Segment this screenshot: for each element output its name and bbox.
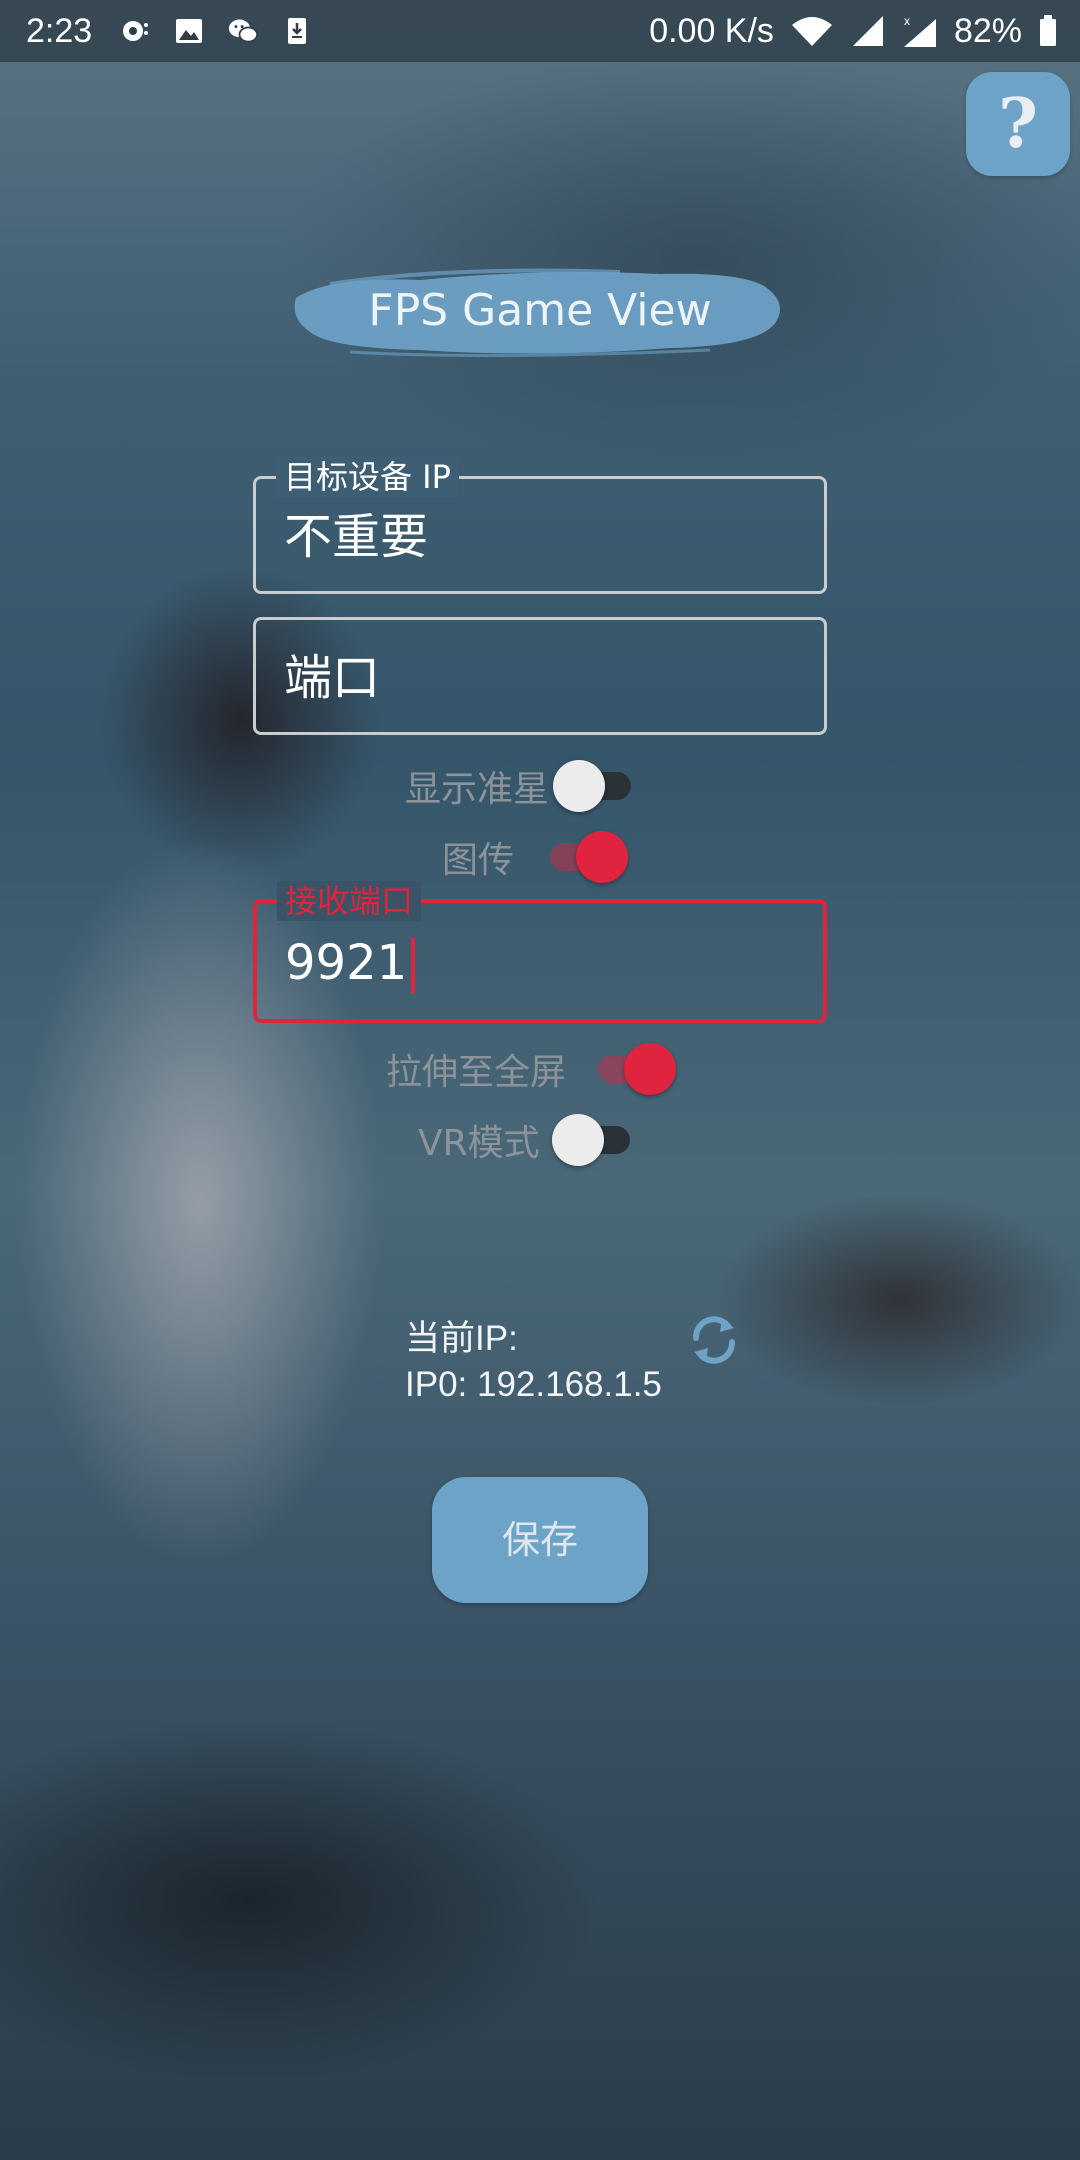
vr-label: VR模式 [418, 1123, 540, 1164]
current-ip-info: 当前IP: IP0: 192.168.1.5 [405, 1316, 662, 1408]
help-button[interactable]: ? [966, 72, 1070, 176]
vr-toggle[interactable] [551, 1114, 638, 1166]
status-notification-icons [120, 16, 312, 46]
refresh-icon[interactable] [686, 1312, 742, 1368]
current-ip-value: IP0: 192.168.1.5 [405, 1365, 662, 1404]
crosshair-label: 显示准星 [405, 769, 550, 810]
image-icon [174, 16, 204, 46]
help-icon: ? [998, 84, 1038, 164]
port-placeholder: 端口 [284, 650, 381, 706]
crosshair-row: 显示准星 [405, 760, 639, 812]
crosshair-toggle[interactable] [553, 760, 639, 812]
net-speed: 0.00 K/s [649, 11, 774, 50]
port-field[interactable]: 端口 [253, 617, 827, 735]
image-transfer-label: 图传 [442, 840, 515, 881]
stretch-toggle[interactable] [590, 1043, 677, 1095]
image-transfer-toggle-thumb [576, 831, 629, 883]
vr-row: VR模式 [418, 1114, 638, 1166]
status-right: 0.00 K/s x 82% [649, 12, 1058, 51]
stretch-label: 拉伸至全屏 [386, 1052, 567, 1093]
stretch-toggle-thumb [624, 1043, 677, 1095]
image-transfer-toggle[interactable] [542, 831, 629, 883]
wifi-icon [790, 16, 834, 46]
target-ip-value: 不重要 [284, 509, 429, 565]
notification-icon [120, 16, 150, 46]
current-ip-label: 当前IP: [405, 1319, 518, 1358]
text-cursor [411, 938, 416, 994]
status-time: 2:23 [26, 11, 93, 50]
crosshair-toggle-thumb [553, 760, 606, 812]
image-transfer-row: 图传 [442, 831, 629, 883]
receive-port-value: 9921 [285, 935, 408, 991]
status-bar: 2:23 0.00 K/s x 82% [0, 0, 1080, 62]
wechat-icon [228, 16, 259, 46]
download-icon [282, 16, 312, 46]
signal-icon [850, 16, 886, 46]
receive-port-input[interactable]: 9921 [285, 903, 416, 1023]
battery-icon [1038, 15, 1058, 46]
battery-percent: 82% [953, 11, 1022, 50]
signal-icon-2: x [902, 14, 938, 47]
vr-toggle-thumb [551, 1114, 604, 1166]
save-button[interactable]: 保存 [432, 1477, 648, 1603]
receive-port-field[interactable]: 接收端口 9921 [253, 881, 827, 1023]
title-banner: FPS Game View [290, 262, 790, 360]
page-title: FPS Game View [368, 285, 712, 336]
stretch-row: 拉伸至全屏 [386, 1043, 677, 1095]
svg-text:x: x [904, 14, 910, 28]
target-ip-field[interactable]: 目标设备 IP 不重要 [253, 457, 827, 594]
